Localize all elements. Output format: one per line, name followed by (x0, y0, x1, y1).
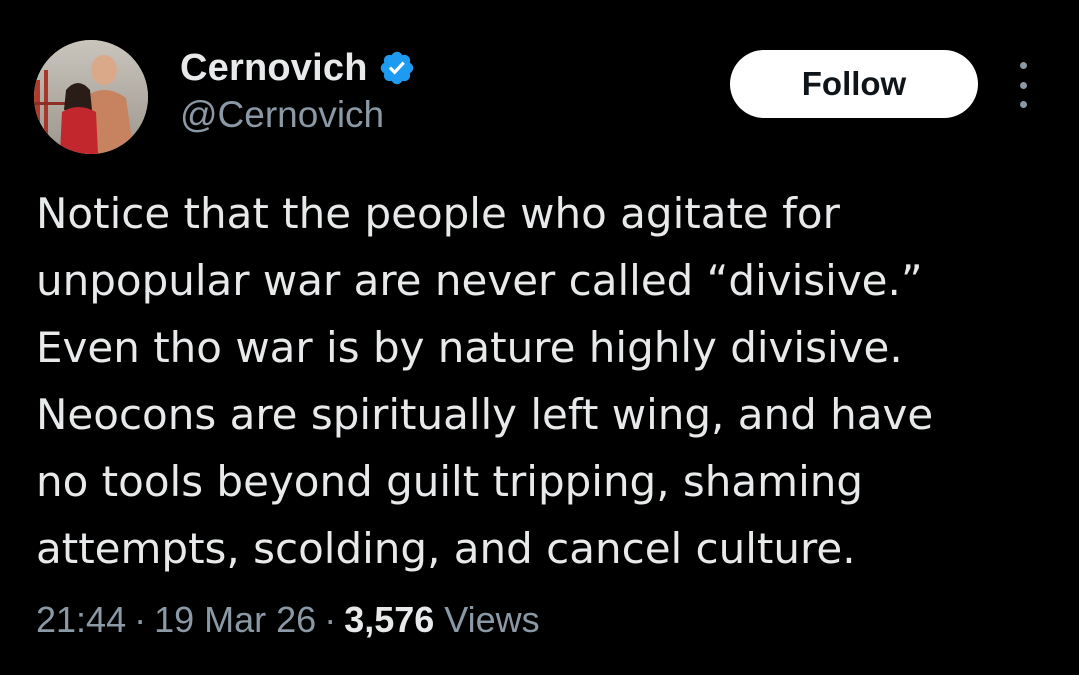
tweet-time[interactable]: 21:44 (36, 599, 126, 640)
tweet-card: Cernovich @Cernovich Follow Notice that … (0, 0, 1079, 675)
more-options-icon[interactable] (1010, 62, 1036, 108)
views-label[interactable]: Views (444, 599, 539, 640)
verified-badge-icon (380, 51, 413, 85)
display-name-row: Cernovich (180, 44, 416, 92)
dot (1019, 81, 1027, 89)
tweet-date[interactable]: 19 Mar 26 (154, 599, 316, 640)
tweet-text: Notice that the people who agitate for u… (36, 180, 1066, 582)
dot (1019, 101, 1027, 108)
tweet-line: attempts, scolding, and cancel culture. (36, 524, 856, 573)
user-handle[interactable]: @Cernovich (180, 94, 384, 136)
tweet-line: unpopular war are never called “divisive… (36, 256, 923, 305)
tweet-line: Neocons are spiritually left wing, and h… (36, 390, 934, 439)
tweet-line: no tools beyond guilt tripping, shaming (36, 457, 864, 506)
avatar[interactable] (34, 40, 148, 154)
tweet-line: Notice that the people who agitate for (36, 189, 840, 238)
meta-separator: · (134, 599, 147, 640)
views-count[interactable]: 3,576 (344, 599, 434, 640)
meta-separator: · (324, 599, 337, 640)
display-name[interactable]: Cernovich (180, 47, 368, 90)
dot (1019, 62, 1027, 69)
tweet-line: Even tho war is by nature highly divisiv… (36, 323, 903, 372)
follow-button[interactable]: Follow (730, 50, 978, 118)
profile-photo-icon (34, 40, 148, 154)
tweet-meta: 21:44 · 19 Mar 26 · 3,576 Views (36, 599, 540, 641)
